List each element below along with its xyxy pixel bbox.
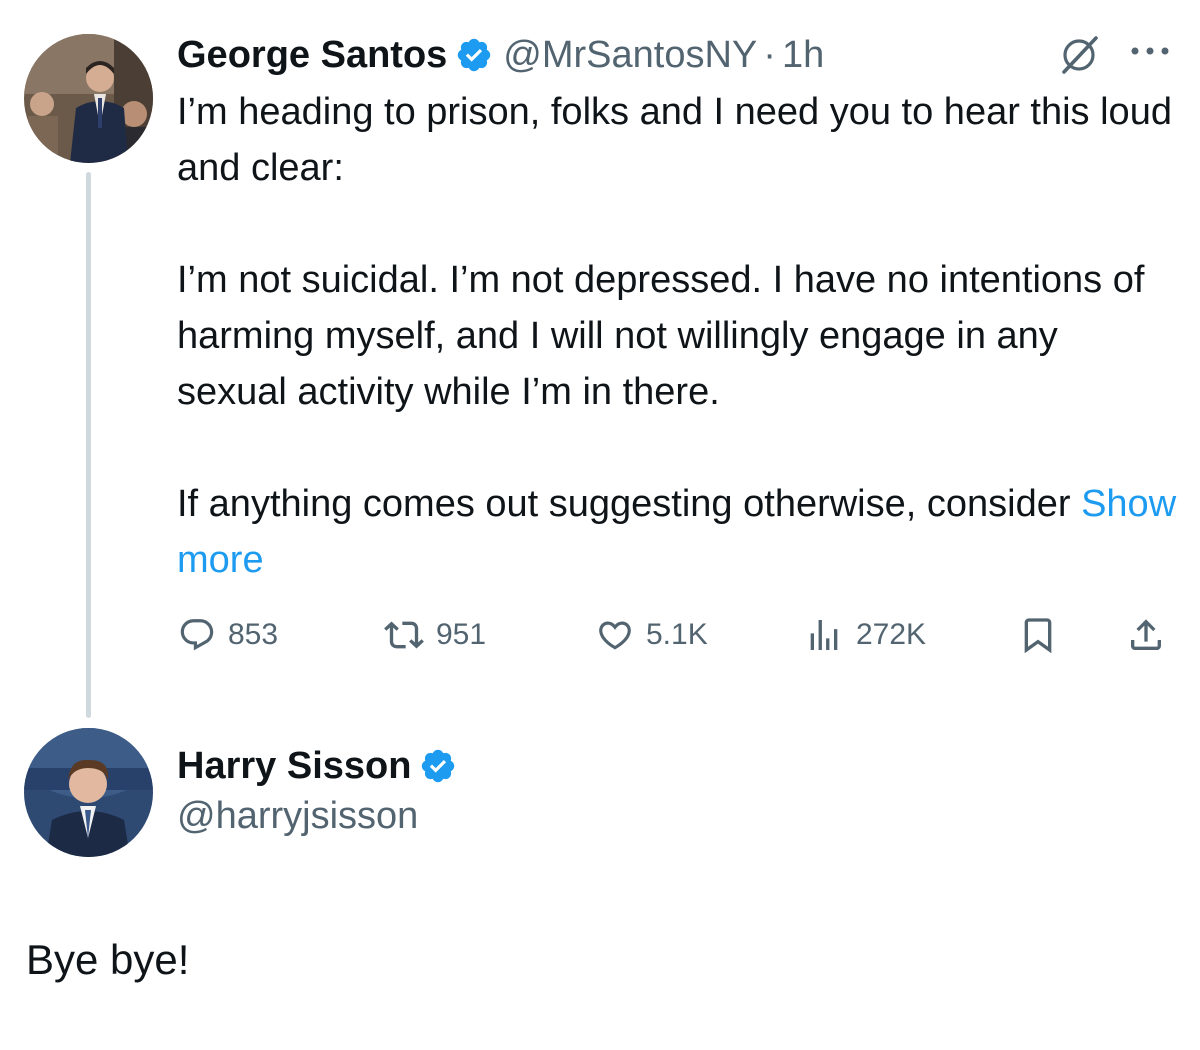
tweet-header: George Santos @MrSantosNY · 1h bbox=[177, 28, 824, 82]
tweet-paragraph-text: If anything comes out suggesting otherwi… bbox=[177, 483, 1071, 525]
share-button[interactable] bbox=[1126, 610, 1166, 660]
repost-button[interactable]: 951 bbox=[384, 610, 486, 660]
tweet-paragraph: I’m not suicidal. I’m not depressed. I h… bbox=[177, 259, 1145, 413]
tweet-body: I’m heading to prison, folks and I need … bbox=[177, 84, 1177, 588]
heart-icon bbox=[596, 616, 634, 654]
avatar-george-santos[interactable] bbox=[24, 34, 153, 163]
share-icon bbox=[1126, 615, 1166, 655]
author-handle[interactable]: @MrSantosNY bbox=[503, 34, 757, 77]
bookmark-button[interactable] bbox=[1018, 610, 1058, 660]
separator-dot: · bbox=[763, 33, 776, 76]
quoting-user-name[interactable]: Harry Sisson bbox=[177, 745, 411, 788]
author-name[interactable]: George Santos bbox=[177, 34, 447, 77]
tweet-paragraph: If anything comes out suggesting otherwi… bbox=[177, 476, 1177, 588]
views-icon bbox=[804, 615, 844, 655]
bookmark-icon bbox=[1018, 615, 1058, 655]
thread-connector-line bbox=[86, 172, 91, 718]
verified-badge-icon bbox=[419, 747, 457, 785]
tweet-paragraph: I’m heading to prison, folks and I need … bbox=[177, 91, 1172, 189]
views-button[interactable]: 272K bbox=[804, 610, 926, 660]
verified-badge-icon bbox=[455, 36, 493, 74]
quoting-user-header: Harry Sisson bbox=[177, 738, 467, 794]
grok-icon[interactable] bbox=[1058, 34, 1100, 81]
reply-text: Bye bye! bbox=[26, 936, 190, 983]
reply-button[interactable]: 853 bbox=[178, 610, 278, 660]
like-button[interactable]: 5.1K bbox=[596, 610, 708, 660]
reply-icon bbox=[178, 616, 216, 654]
reply-count: 853 bbox=[228, 618, 279, 651]
like-count: 5.1K bbox=[646, 618, 708, 651]
tweet-timestamp[interactable]: 1h bbox=[782, 34, 824, 77]
tweet-action-bar: 853 951 5.1K 272K bbox=[176, 610, 1176, 660]
avatar-harry-sisson[interactable] bbox=[24, 728, 153, 857]
repost-icon bbox=[384, 615, 424, 655]
quoting-user-handle[interactable]: @harryjsisson bbox=[177, 795, 418, 838]
more-icon[interactable] bbox=[1128, 44, 1172, 63]
repost-count: 951 bbox=[436, 618, 487, 651]
views-count: 272K bbox=[856, 618, 927, 651]
